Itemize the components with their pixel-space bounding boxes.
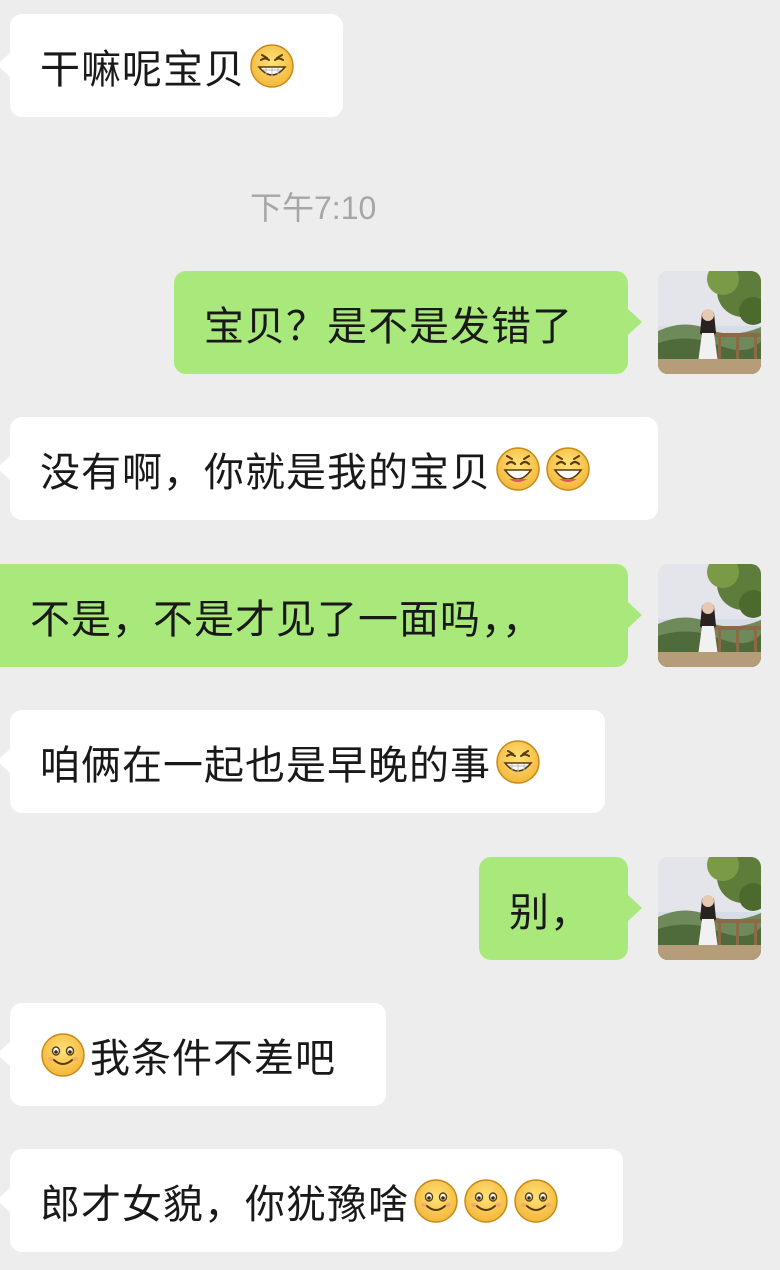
message-text: 没有啊，你就是我的宝贝 <box>40 449 491 496</box>
grin-emoji <box>495 739 541 785</box>
avatar[interactable] <box>658 564 761 667</box>
grin-emoji <box>249 43 295 89</box>
message-text: 我条件不差吧 <box>90 1035 336 1082</box>
chat-area: 干嘛呢宝贝 下午7:10 宝贝？是不是发错了 没有啊，你就是我的宝贝 不是，不是… <box>0 0 780 1270</box>
outgoing-message[interactable]: 别， <box>479 857 642 960</box>
incoming-message[interactable]: 我条件不差吧 <box>0 1003 386 1106</box>
smile-emoji <box>513 1178 559 1224</box>
message-text: 宝贝？是不是发错了 <box>204 303 573 350</box>
laugh-emoji <box>495 446 541 492</box>
message-text: 干嘛呢宝贝 <box>40 46 245 93</box>
incoming-message[interactable]: 没有啊，你就是我的宝贝 <box>0 417 658 520</box>
outgoing-message[interactable]: 宝贝？是不是发错了 <box>174 271 642 374</box>
laugh-emoji <box>545 446 591 492</box>
smile-emoji <box>413 1178 459 1224</box>
message-text: 咱俩在一起也是早晚的事 <box>40 742 491 789</box>
message-text: 郎才女貌，你犹豫啥 <box>40 1181 409 1228</box>
incoming-message[interactable]: 咱俩在一起也是早晚的事 <box>0 710 605 813</box>
incoming-message[interactable]: 干嘛呢宝贝 <box>0 14 343 117</box>
timestamp: 下午7:10 <box>250 190 377 226</box>
smile-emoji <box>463 1178 509 1224</box>
message-text: 不是，不是才见了一面吗，， <box>30 596 543 643</box>
outgoing-message[interactable]: 不是，不是才见了一面吗，， <box>0 564 642 667</box>
incoming-message[interactable]: 郎才女貌，你犹豫啥 <box>0 1149 623 1252</box>
avatar[interactable] <box>658 271 761 374</box>
message-text: 别， <box>509 889 591 936</box>
avatar[interactable] <box>658 857 761 960</box>
smile-emoji <box>40 1032 86 1078</box>
